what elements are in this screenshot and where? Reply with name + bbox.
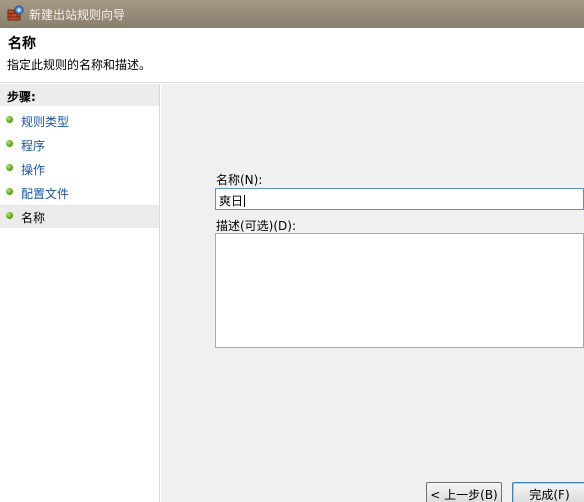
step-profile[interactable]: 配置文件 xyxy=(0,181,159,204)
step-action[interactable]: 操作 xyxy=(0,157,159,180)
step-label: 操作 xyxy=(21,163,46,177)
green-dot-icon xyxy=(6,140,13,147)
text-caret xyxy=(244,195,246,207)
step-label: 配置文件 xyxy=(21,187,70,201)
step-rule-type[interactable]: 规则类型 xyxy=(0,109,159,132)
title-bar: 新建出站规则向导 xyxy=(0,0,584,28)
name-field-value: 爽日 xyxy=(219,194,244,208)
step-program[interactable]: 程序 xyxy=(0,133,159,156)
green-dot-icon xyxy=(6,164,13,171)
description-label: 描述(可选)(D): xyxy=(216,219,297,233)
steps-sidebar: 步骤: 规则类型 程序 操作 配置文件 名称 xyxy=(0,84,160,502)
finish-button[interactable]: 完成(F) xyxy=(512,482,584,502)
page-title: 名称 xyxy=(8,36,36,52)
page-subtitle: 指定此规则的名称和描述。 xyxy=(7,58,152,72)
green-dot-icon xyxy=(6,116,13,123)
firewall-wizard-icon xyxy=(7,5,24,21)
step-label: 规则类型 xyxy=(21,115,70,129)
name-field[interactable]: 爽日 xyxy=(215,188,584,210)
back-button[interactable]: < 上一步(B) xyxy=(426,482,502,502)
wizard-content: 名称(N): 爽日 描述(可选)(D): < 上一步(B) 完成(F) xyxy=(161,84,584,502)
step-label: 名称 xyxy=(21,211,46,225)
step-name[interactable]: 名称 xyxy=(0,205,159,228)
page-header: 名称 指定此规则的名称和描述。 xyxy=(0,28,584,83)
steps-heading: 步骤: xyxy=(0,84,159,106)
green-dot-icon xyxy=(6,188,13,195)
step-label: 程序 xyxy=(21,139,46,153)
green-dot-icon xyxy=(6,212,13,219)
name-label: 名称(N): xyxy=(216,173,263,187)
description-field[interactable] xyxy=(215,233,584,348)
window-title: 新建出站规则向导 xyxy=(29,8,126,22)
